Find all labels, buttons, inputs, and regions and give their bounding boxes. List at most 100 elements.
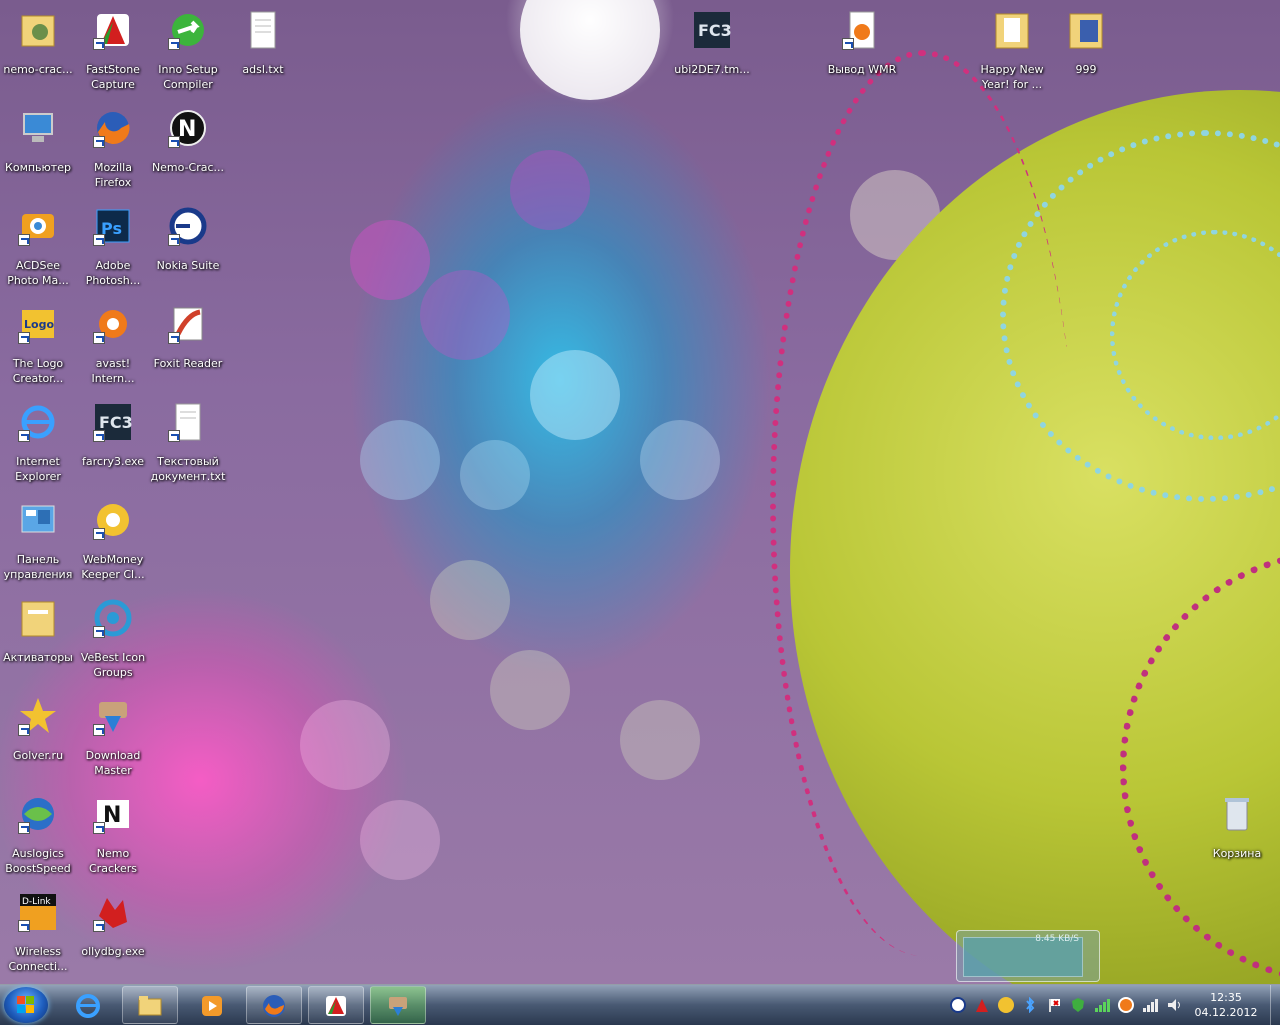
start-button[interactable] xyxy=(4,987,48,1023)
desktop-icon-nemo-crackers-app[interactable]: N Nemo-Crac... xyxy=(150,104,226,194)
svg-text:D-Link: D-Link xyxy=(22,897,51,907)
taskbar-explorer-button[interactable] xyxy=(122,986,178,1024)
desktop-icon-label: Вывод WMR xyxy=(827,63,897,76)
desktop-icon-label: Активаторы xyxy=(3,651,73,664)
taskbar: 12:35 04.12.2012 xyxy=(0,984,1280,1025)
desktop-icon-faststone-capture[interactable]: FastStone Capture xyxy=(75,6,151,96)
desktop-icon-happy-new-year-folder[interactable]: Happy New Year! for ... xyxy=(974,6,1050,96)
signal-bars-icon[interactable] xyxy=(1094,997,1110,1013)
shortcut-arrow-icon xyxy=(93,920,105,932)
happy-new-year-folder-icon xyxy=(992,10,1032,50)
download-master-icon xyxy=(93,696,133,736)
taskbar-download-master-button[interactable] xyxy=(370,986,426,1024)
desktop-icon-ubi2de7-tmp[interactable]: FC3 ubi2DE7.tm... xyxy=(674,6,750,96)
shortcut-arrow-icon xyxy=(168,332,180,344)
desktop-icon-label: Nokia Suite xyxy=(156,259,220,272)
desktop-icon-label: WebMoney Keeper Cl... xyxy=(81,553,145,581)
network-tray-icon[interactable] xyxy=(1142,997,1158,1013)
nokia-suite-icon xyxy=(168,206,208,246)
desktop-icon-farcry3-exe[interactable]: FC3 farcry3.exe xyxy=(75,398,151,488)
inno-setup-compiler-icon xyxy=(168,10,208,50)
desktop-icon-nemo-crackers-folder[interactable]: nemo-crac... xyxy=(0,6,76,96)
desktop-icon-folder-999[interactable]: 999 xyxy=(1048,6,1124,96)
desktop-icon-label: Nemo-Crac... xyxy=(151,161,225,174)
internet-explorer-icon xyxy=(18,402,58,442)
desktop-icon-vyvod-wmr[interactable]: Вывод WMR xyxy=(824,6,900,96)
network-rate-label: 8.45 KB/S xyxy=(1035,934,1079,944)
shortcut-arrow-icon xyxy=(168,430,180,442)
faststone-icon xyxy=(326,996,346,1016)
auslogics-boostspeed-icon xyxy=(18,794,58,834)
vyvod-wmr-icon xyxy=(842,10,882,50)
taskbar-faststone-button[interactable] xyxy=(308,986,364,1024)
volume-icon[interactable] xyxy=(1166,997,1182,1013)
desktop-icon-label: ubi2DE7.tm... xyxy=(674,63,750,76)
desktop-icon-webmoney-keeper[interactable]: WebMoney Keeper Cl... xyxy=(75,496,151,586)
show-desktop-button[interactable] xyxy=(1270,985,1280,1025)
desktop-icon-logo-creator[interactable]: Logo The Logo Creator... xyxy=(0,300,76,390)
logo-creator-icon: Logo xyxy=(18,304,58,344)
desktop-icon-computer[interactable]: Компьютер xyxy=(0,104,76,194)
desktop-icon-text-document-txt[interactable]: Текстовый документ.txt xyxy=(150,398,226,488)
shortcut-arrow-icon xyxy=(93,38,105,50)
shortcut-arrow-icon xyxy=(93,528,105,540)
bluetooth-tray-icon[interactable] xyxy=(1022,996,1038,1014)
clock-date: 04.12.2012 xyxy=(1194,1006,1258,1019)
taskbar-ie-button[interactable] xyxy=(60,986,116,1024)
desktop-icon-adsl-txt[interactable]: adsl.txt xyxy=(225,6,301,96)
golver-ru-icon xyxy=(18,696,58,736)
desktop-icon-label: VeBest Icon Groups xyxy=(80,651,146,679)
desktop-icon-label: nemo-crac... xyxy=(3,63,73,76)
desktop-icon-mozilla-firefox[interactable]: Mozilla Firefox xyxy=(75,104,151,194)
shortcut-arrow-icon xyxy=(93,430,105,442)
desktop-icon-recycle-bin[interactable]: Корзина xyxy=(1199,790,1275,880)
desktop-icon-activators-folder[interactable]: Активаторы xyxy=(0,594,76,684)
recycle-bin-icon xyxy=(1217,794,1257,834)
acdsee-photo-manager-icon xyxy=(18,206,58,246)
desktop-icon-acdsee-photo-manager[interactable]: ACDSee Photo Ma... xyxy=(0,202,76,292)
desktop-icon-label: Happy New Year! for ... xyxy=(980,63,1044,91)
desktop-icon-wireless-connection[interactable]: D-Link Wireless Connecti... xyxy=(0,888,76,978)
taskbar-firefox-button[interactable] xyxy=(246,986,302,1024)
faststone-capture-icon xyxy=(93,10,133,50)
shortcut-arrow-icon xyxy=(93,332,105,344)
faststone-tray-icon[interactable] xyxy=(974,997,990,1013)
desktop-icon-golver-ru[interactable]: Golver.ru xyxy=(0,692,76,782)
desktop-icon-adobe-photoshop[interactable]: Ps Adobe Photosh... xyxy=(75,202,151,292)
shortcut-arrow-icon xyxy=(93,136,105,148)
nemo-crackers-app-icon: N xyxy=(168,108,208,148)
action-center-flag-icon[interactable] xyxy=(1046,997,1062,1013)
security-shield-icon[interactable] xyxy=(1070,997,1086,1013)
shortcut-arrow-icon xyxy=(18,822,30,834)
desktop-icon-download-master[interactable]: Download Master xyxy=(75,692,151,782)
desktop-icon-nemo-crackers-shortcut[interactable]: N Nemo Crackers xyxy=(75,790,151,880)
avast-internet-security-icon xyxy=(93,304,133,344)
avast-tray-icon[interactable] xyxy=(1118,997,1134,1013)
download-master-icon xyxy=(389,997,407,1016)
svg-text:N: N xyxy=(103,803,121,828)
network-meter-gadget[interactable]: 8.45 KB/S xyxy=(956,930,1100,982)
desktop-icon-label: Internet Explorer xyxy=(15,455,61,483)
nokia-tray-icon[interactable] xyxy=(950,997,966,1013)
shortcut-arrow-icon xyxy=(18,920,30,932)
taskbar-media-player-button[interactable] xyxy=(184,986,240,1024)
desktop-icon-auslogics-boostspeed[interactable]: Auslogics BoostSpeed xyxy=(0,790,76,880)
desktop-icon-avast-internet-security[interactable]: avast! Intern... xyxy=(75,300,151,390)
desktop-icon-nokia-suite[interactable]: Nokia Suite xyxy=(150,202,226,292)
desktop-icon-control-panel[interactable]: Панель управления xyxy=(0,496,76,586)
desktop-icon-internet-explorer[interactable]: Internet Explorer xyxy=(0,398,76,488)
webmoney-tray-icon[interactable] xyxy=(998,997,1014,1013)
svg-text:Logo: Logo xyxy=(24,318,54,331)
activators-folder-icon xyxy=(18,598,58,638)
taskbar-clock[interactable]: 12:35 04.12.2012 xyxy=(1188,990,1264,1020)
control-panel-icon xyxy=(18,500,58,540)
desktop-icon-inno-setup-compiler[interactable]: Inno Setup Compiler xyxy=(150,6,226,96)
desktop-icon-label: Wireless Connecti... xyxy=(8,945,68,973)
ollydbg-exe-icon xyxy=(93,892,133,932)
text-document-txt-icon xyxy=(168,402,208,442)
desktop-icon-label: Компьютер xyxy=(5,161,71,174)
desktop-icon-ollydbg-exe[interactable]: ollydbg.exe xyxy=(75,888,151,978)
shortcut-arrow-icon xyxy=(842,38,854,50)
desktop-icon-vebest-icon-groups[interactable]: VeBest Icon Groups xyxy=(75,594,151,684)
desktop-icon-foxit-reader[interactable]: Foxit Reader xyxy=(150,300,226,390)
